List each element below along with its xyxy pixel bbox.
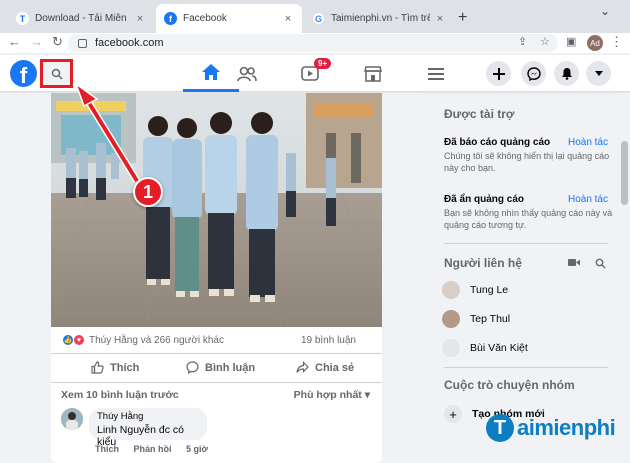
contact-name: Tep Thul — [470, 313, 511, 325]
contact-item[interactable]: Bùi Văn Kiệt — [442, 337, 528, 359]
ad-description: Chúng tôi sẽ không hiển thị lại quảng cá… — [444, 151, 610, 173]
ad-undo-link[interactable]: Hoàn tác — [568, 137, 608, 148]
ad-title: Đã báo cáo quảng cáo — [444, 137, 551, 148]
contact-name: Tung Le — [470, 284, 509, 296]
contact-item[interactable]: Tung Le — [442, 279, 508, 301]
contact-name: Bùi Văn Kiệt — [470, 342, 528, 354]
taimienphi-watermark: T aimienphi — [486, 414, 616, 442]
sidebar-divider — [444, 367, 608, 368]
sponsored-heading: Được tài trợ — [444, 107, 515, 121]
group-chats-heading: Cuộc trò chuyện nhóm — [444, 378, 575, 392]
contact-avatar — [442, 281, 460, 299]
plus-icon: + — [444, 405, 462, 423]
contacts-heading: Người liên hệ — [444, 256, 522, 270]
contact-item[interactable]: Tep Thul — [442, 308, 510, 330]
watermark-logo: T — [486, 414, 514, 442]
annotation-step-badge: 1 — [133, 177, 163, 207]
scrollbar-thumb[interactable] — [621, 141, 628, 205]
sidebar-scrollbar[interactable] — [619, 93, 630, 463]
sidebar-divider — [444, 243, 608, 244]
ad-title: Đã ẩn quảng cáo — [444, 194, 525, 205]
ad-undo-link[interactable]: Hoàn tác — [568, 194, 608, 205]
watermark-text: aimienphi — [517, 415, 616, 440]
contact-search-icon[interactable] — [595, 258, 606, 272]
right-sidebar: Được tài trợ Đã báo cáo quảng cáo Hoàn t… — [430, 93, 630, 463]
ad-description: Bạn sẽ không nhìn thấy quảng cáo này và … — [444, 208, 613, 230]
video-call-icon[interactable] — [568, 258, 580, 270]
contact-avatar — [442, 310, 460, 328]
contact-avatar — [442, 339, 460, 357]
